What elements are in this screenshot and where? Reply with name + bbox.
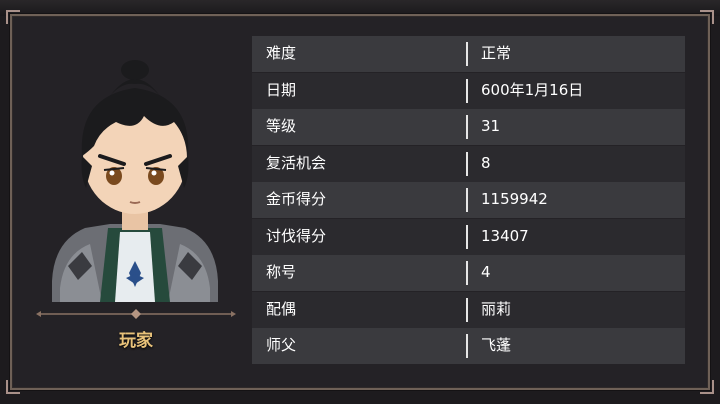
column-divider (466, 224, 468, 249)
stat-value: 正常 (481, 44, 512, 62)
stat-label: 称号 (266, 263, 297, 281)
stat-value: 1159942 (481, 190, 548, 208)
stat-value: 600年1月16日 (481, 80, 584, 99)
panel-corner-ornament (700, 380, 714, 394)
stat-row-title: 称号 4 (252, 255, 685, 291)
stat-value: 丽莉 (481, 299, 512, 318)
stat-row-level: 等级 31 (252, 109, 685, 145)
panel-corner-ornament (6, 380, 20, 394)
column-divider (466, 297, 468, 322)
player-name: 玩家 (119, 331, 153, 351)
column-divider (466, 334, 468, 358)
stat-row-revive-chances: 复活机会 8 (252, 145, 685, 182)
stat-label: 配偶 (266, 299, 297, 318)
panel-corner-ornament (6, 10, 20, 24)
stats-table: 难度 正常 日期 600年1月16日 等级 31 复活机会 8 金币得分 115… (252, 36, 685, 365)
stat-label: 讨伐得分 (266, 226, 327, 245)
column-divider (466, 261, 468, 285)
stat-label: 日期 (266, 80, 297, 99)
column-divider (466, 151, 468, 176)
stat-label: 师父 (266, 336, 297, 354)
stat-value: 13407 (481, 226, 529, 245)
stat-value: 31 (481, 117, 501, 135)
stat-row-master: 师父 飞蓬 (252, 328, 685, 364)
stat-row-spouse: 配偶 丽莉 (252, 291, 685, 328)
stat-value: 8 (481, 153, 491, 172)
stat-row-difficulty: 难度 正常 (252, 36, 685, 72)
stat-label: 金币得分 (266, 190, 327, 208)
stat-value: 4 (481, 263, 491, 281)
stat-label: 复活机会 (266, 153, 327, 172)
character-portrait (52, 60, 218, 302)
stat-row-gold-score: 金币得分 1159942 (252, 182, 685, 218)
column-divider (466, 115, 468, 139)
column-divider (466, 188, 468, 212)
stat-value: 飞蓬 (481, 336, 512, 354)
stat-row-date: 日期 600年1月16日 (252, 72, 685, 109)
column-divider (466, 42, 468, 66)
name-divider-ornament (36, 309, 236, 319)
panel-corner-ornament (700, 10, 714, 24)
stat-label: 难度 (266, 44, 297, 62)
stat-row-subjugation-score: 讨伐得分 13407 (252, 218, 685, 255)
stat-label: 等级 (266, 117, 297, 135)
column-divider (466, 78, 468, 103)
